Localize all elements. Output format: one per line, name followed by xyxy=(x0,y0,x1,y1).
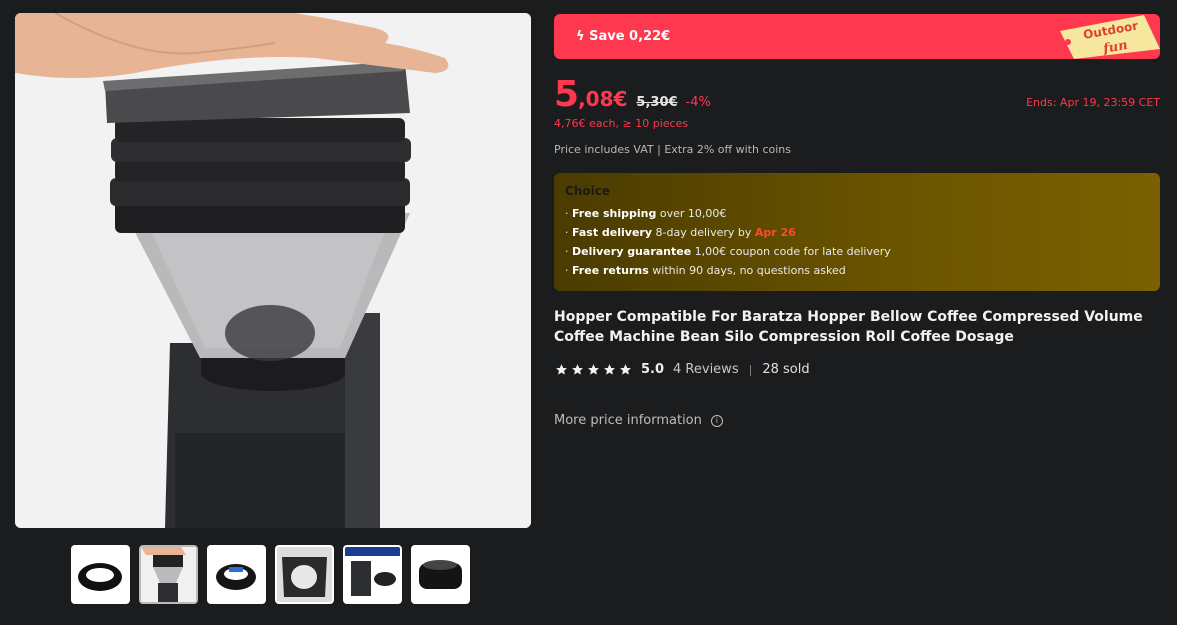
star-icon xyxy=(556,364,567,375)
star-icon xyxy=(572,364,583,375)
free-shipping-line: · Free shipping over 10,00€ xyxy=(565,207,727,220)
black-bellow-ring-thumb-icon xyxy=(73,547,128,602)
thumbnail-strip xyxy=(71,545,470,604)
star-icon xyxy=(620,364,631,375)
sale-end-time: Ends: Apr 19, 23:59 CET xyxy=(1026,96,1160,109)
main-product-image[interactable] xyxy=(15,13,531,528)
discount-badge: -4% xyxy=(685,95,711,110)
price-integer: 5 xyxy=(554,74,579,115)
thumbnail-5[interactable] xyxy=(343,545,402,604)
star-icon xyxy=(604,364,615,375)
thumbnail-1[interactable] xyxy=(71,545,130,604)
free-returns-text: within 90 days, no questions asked xyxy=(648,264,846,277)
lightning-icon: ϟ xyxy=(576,29,585,44)
bulk-price: 4,76€ each, ≥ 10 pieces xyxy=(554,117,689,130)
thumbnail-4[interactable] xyxy=(275,545,334,604)
outdoor-fun-tag-icon: Outdoor fun xyxy=(1060,15,1160,59)
fast-delivery-date: Apr 26 xyxy=(754,226,796,239)
original-price: 5,30€ xyxy=(636,95,678,110)
delivery-guarantee-line: · Delivery guarantee 1,00€ coupon code f… xyxy=(565,245,891,258)
star-icon xyxy=(588,364,599,375)
price-row: 5 ,08€ 5,30€ -4% xyxy=(554,74,711,115)
rating-value: 5.0 xyxy=(641,362,665,377)
more-price-label: More price information xyxy=(554,413,702,428)
product-title: Hopper Compatible For Baratza Hopper Bel… xyxy=(554,309,1143,345)
info-icon[interactable]: i xyxy=(710,414,723,427)
tag-line2: fun xyxy=(1101,38,1129,57)
reviews-link[interactable]: 4 Reviews xyxy=(673,362,739,377)
free-shipping-label: Free shipping xyxy=(572,207,657,220)
choice-title: Choice xyxy=(565,184,610,198)
more-price-info[interactable]: More price information i xyxy=(554,413,723,428)
rating-row: 5.0 4 Reviews | 28 sold xyxy=(555,362,810,377)
fast-delivery-line: · Fast delivery 8-day delivery by Apr 26 xyxy=(565,226,796,239)
product-photo xyxy=(15,13,531,528)
grinder-top-view-thumb-icon xyxy=(277,547,332,602)
vat-note: Price includes VAT | Extra 2% off with c… xyxy=(554,143,791,156)
thumbnail-3[interactable] xyxy=(207,545,266,604)
fast-delivery-text: 8-day delivery by xyxy=(652,226,755,239)
delivery-guarantee-text: 1,00€ coupon code for late delivery xyxy=(691,245,891,258)
save-label: ϟ Save 0,22€ xyxy=(576,29,671,44)
free-returns-line: · Free returns within 90 days, no questi… xyxy=(565,264,846,277)
thumbnail-2[interactable] xyxy=(139,545,198,604)
choice-benefits-box: Choice · Free shipping over 10,00€ · Fas… xyxy=(554,173,1160,291)
fast-delivery-label: Fast delivery xyxy=(572,226,653,239)
price-decimal: ,08€ xyxy=(578,87,628,111)
star-rating xyxy=(555,363,632,376)
free-returns-label: Free returns xyxy=(572,264,649,277)
thumbnail-6[interactable] xyxy=(411,545,470,604)
free-shipping-text: over 10,00€ xyxy=(656,207,727,220)
grinder-with-hand-thumb-icon xyxy=(141,547,196,602)
black-bellow-ring-side-thumb-icon xyxy=(413,547,468,602)
bellow-with-blue-tag-thumb-icon xyxy=(209,547,264,602)
separator: | xyxy=(748,363,753,376)
product-info-card-thumb-icon xyxy=(345,547,400,602)
delivery-guarantee-label: Delivery guarantee xyxy=(572,245,692,258)
sold-count: 28 sold xyxy=(762,362,810,377)
